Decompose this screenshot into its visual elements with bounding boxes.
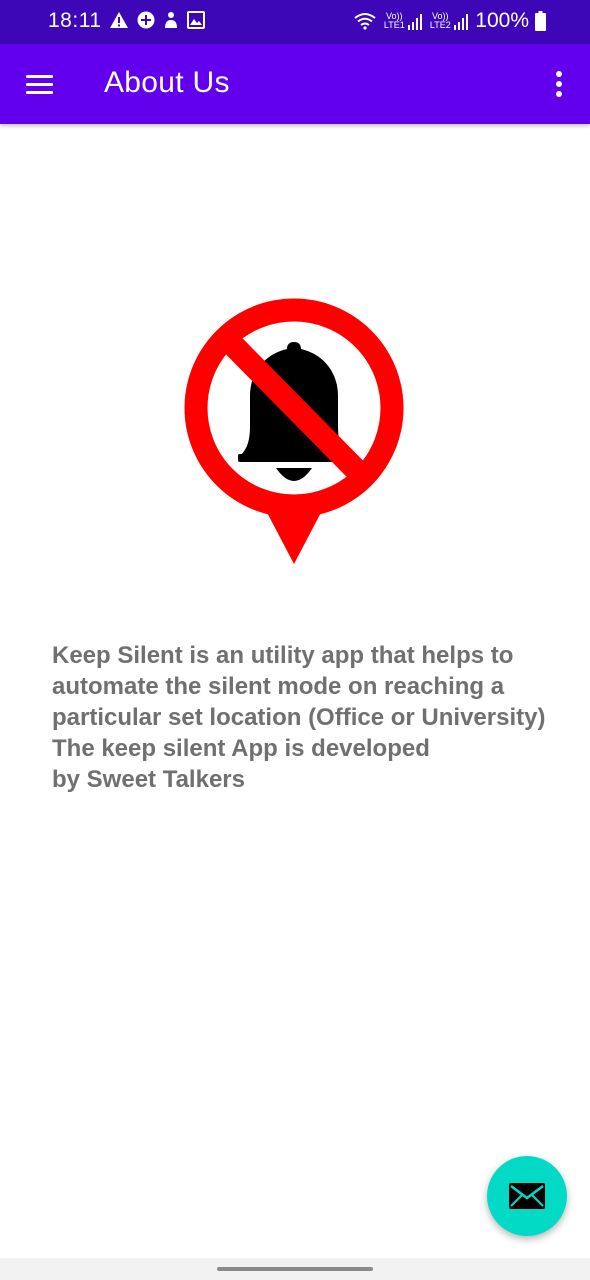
circle-badge-icon [137,11,155,29]
signal-icon [408,14,423,30]
hamburger-menu-icon[interactable] [20,66,60,102]
no-bell-location-pin-icon [184,298,404,564]
person-icon [165,12,177,28]
sim1-label: Vo)) LTE1 [383,11,405,30]
status-right: Vo)) LTE1 Vo)) LTE2 100% [353,9,546,33]
wifi-icon [354,13,376,30]
about-line: The keep silent App is developed [52,735,430,762]
about-line: by Sweet Talkers [52,766,245,793]
email-icon [509,1183,545,1209]
status-bar: 18:11 Vo)) LTE1 Vo)) LTE2 100% [0,0,590,44]
more-vert-icon[interactable] [546,68,570,100]
about-description: Keep Silent is an utility app that helps… [52,640,572,795]
system-nav-bar [0,1258,590,1280]
app-bar: About Us [0,44,590,124]
signal-icon [454,14,469,30]
battery-icon [535,11,546,31]
image-icon [187,11,205,29]
email-fab-button[interactable] [487,1156,567,1236]
about-line: Keep Silent is an utility app that helps… [52,642,514,669]
sim2-signal: Vo)) LTE2 [429,12,469,30]
warning-icon [110,12,128,28]
home-indicator[interactable] [217,1267,373,1271]
about-line: automate the silent mode on reaching a [52,673,505,700]
sim2-label: Vo)) LTE2 [429,11,451,30]
app-logo [178,298,410,568]
status-time: 18:11 [48,9,102,32]
notification-icons [109,11,205,29]
page-title: About Us [104,66,230,99]
sim1-signal: Vo)) LTE1 [383,12,423,30]
battery-percent: 100% [475,9,529,32]
about-line: particular set location (Office or Unive… [52,704,546,731]
